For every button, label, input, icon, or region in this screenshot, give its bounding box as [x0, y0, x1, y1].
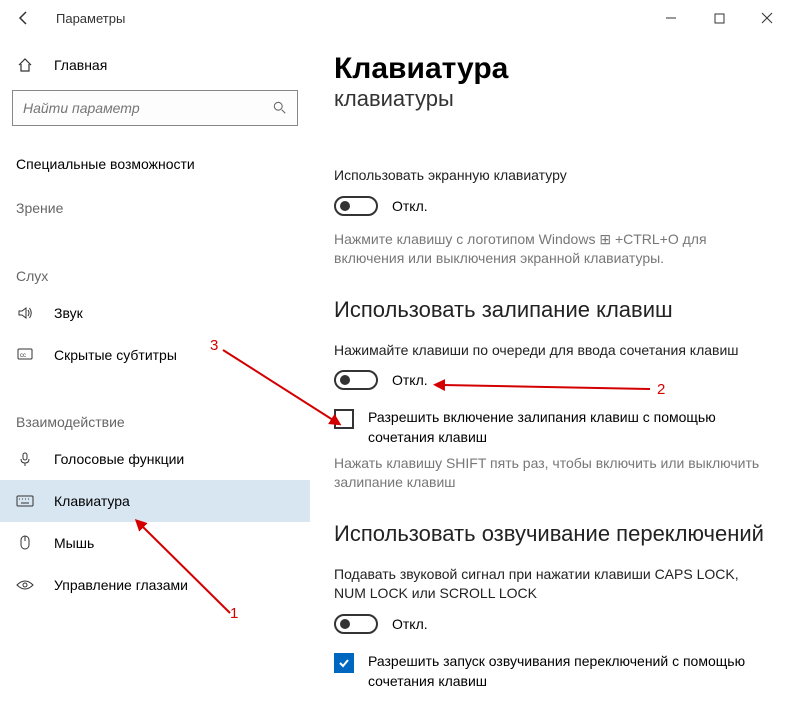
speaker-icon: [16, 304, 34, 322]
close-button[interactable]: [753, 4, 781, 32]
sidebar-item-label: Звук: [54, 305, 83, 321]
page-title: Клавиатура: [334, 52, 773, 86]
sidebar-item-label: Управление глазами: [54, 577, 188, 593]
sidebar-item-speech[interactable]: Голосовые функции: [12, 438, 298, 480]
sidebar-item-sound[interactable]: Звук: [12, 292, 298, 334]
togglekeys-toggle-state: Откл.: [392, 616, 428, 632]
svg-text:cc: cc: [20, 353, 26, 359]
sidebar-item-label: Скрытые субтитры: [54, 347, 177, 363]
eye-icon: [16, 576, 34, 594]
osk-description: Использовать экранную клавиатуру: [334, 166, 773, 186]
sticky-description: Нажимайте клавиши по очереди для ввода с…: [334, 341, 773, 361]
back-button[interactable]: [8, 2, 40, 34]
section-heading-osk: Использовать устройство без обычной клав…: [334, 84, 773, 148]
titlebar: Параметры: [0, 0, 797, 36]
content-area: Клавиатура Использовать устройство без о…: [310, 36, 797, 724]
subgroup-vision: Зрение: [12, 192, 298, 224]
sticky-toggle[interactable]: [334, 370, 378, 390]
togglekeys-checkbox[interactable]: [334, 653, 354, 673]
sidebar-home[interactable]: Главная: [12, 48, 298, 90]
sticky-hint: Нажать клавишу SHIFT пять раз, чтобы вкл…: [334, 454, 773, 493]
maximize-button[interactable]: [705, 4, 733, 32]
sidebar: Главная Специальные возможности Зрение С…: [0, 36, 310, 724]
togglekeys-toggle[interactable]: [334, 614, 378, 634]
togglekeys-description: Подавать звуковой сигнал при нажатии кла…: [334, 565, 773, 604]
search-input[interactable]: [23, 100, 261, 116]
home-icon: [16, 56, 34, 74]
window-controls: [657, 4, 789, 32]
home-label: Главная: [54, 57, 107, 73]
section-heading-togglekeys: Использовать озвучивание переключений: [334, 521, 773, 547]
mic-icon: [16, 450, 34, 468]
sidebar-item-keyboard[interactable]: Клавиатура: [0, 480, 310, 522]
sidebar-item-label: Голосовые функции: [54, 451, 184, 467]
search-box[interactable]: [12, 90, 298, 126]
togglekeys-checkbox-label: Разрешить запуск озвучивания переключени…: [368, 652, 773, 691]
sidebar-item-eye-control[interactable]: Управление глазами: [12, 564, 298, 606]
sidebar-item-label: Клавиатура: [54, 493, 130, 509]
subgroup-interaction: Взаимодействие: [12, 406, 298, 438]
cc-icon: cc: [16, 346, 34, 364]
mouse-icon: [16, 534, 34, 552]
sidebar-item-captions[interactable]: cc Скрытые субтитры: [12, 334, 298, 376]
keyboard-icon: [16, 492, 34, 510]
osk-hint: Нажмите клавишу с логотипом Windows ⊞ +C…: [334, 230, 773, 269]
window-title: Параметры: [56, 11, 125, 26]
osk-toggle[interactable]: [334, 196, 378, 216]
group-accessibility: Специальные возможности: [12, 148, 298, 180]
minimize-button[interactable]: [657, 4, 685, 32]
sidebar-item-mouse[interactable]: Мышь: [12, 522, 298, 564]
osk-toggle-state: Откл.: [392, 198, 428, 214]
search-icon: [271, 99, 289, 117]
subgroup-hearing: Слух: [12, 260, 298, 292]
sticky-checkbox[interactable]: [334, 409, 354, 429]
section-heading-sticky: Использовать залипание клавиш: [334, 297, 773, 323]
sidebar-item-label: Мышь: [54, 535, 94, 551]
sticky-toggle-state: Откл.: [392, 372, 428, 388]
sticky-checkbox-label: Разрешить включение залипания клавиш с п…: [368, 408, 773, 447]
